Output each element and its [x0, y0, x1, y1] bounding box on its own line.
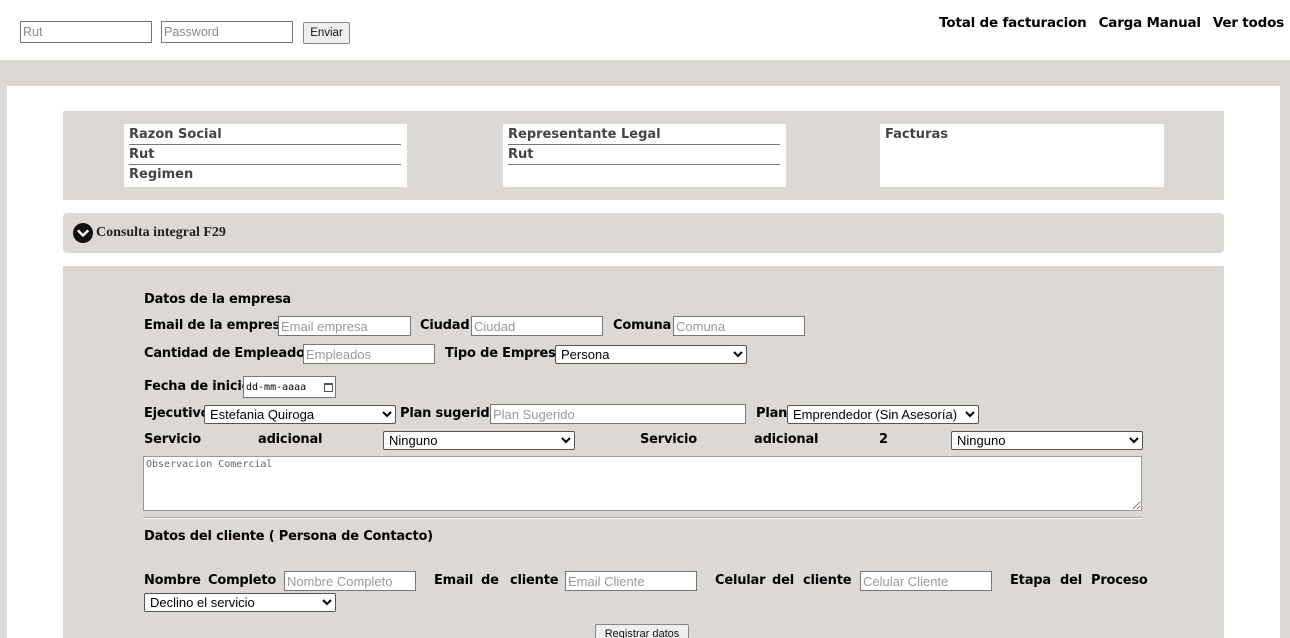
nombre-completo-word-1: Nombre	[144, 573, 201, 588]
email-cliente-input[interactable]	[565, 571, 697, 591]
email-cliente-word-2: de	[481, 573, 499, 588]
servicio-adicional-2-word-2: adicional	[754, 432, 819, 447]
comuna-label: Comuna	[613, 318, 672, 333]
nav-carga-manual[interactable]: Carga Manual	[1099, 15, 1201, 31]
email-empresa-input[interactable]	[278, 316, 411, 336]
fecha-inicio-input[interactable]: dd-mm-aaaa	[243, 376, 336, 398]
plan-select[interactable]: Emprendedor (Sin Asesoría)	[787, 405, 979, 424]
ciudad-label: Ciudad	[420, 318, 470, 333]
nav-ver-todos[interactable]: Ver todos	[1213, 15, 1284, 31]
ejecutivo-label: Ejecutivo	[144, 406, 210, 421]
empleados-label: Cantidad de Empleados	[144, 346, 313, 361]
send-button[interactable]: Enviar	[303, 22, 350, 44]
empleados-input[interactable]	[303, 344, 435, 364]
empresa-rut-label: Rut	[129, 145, 401, 165]
calendar-icon[interactable]	[324, 382, 333, 392]
plan-label: Plan	[756, 406, 788, 421]
etapa-proceso-word-2: del	[1060, 573, 1082, 588]
fecha-placeholder: dd-mm-aaaa	[246, 381, 307, 393]
etapa-proceso-select[interactable]: Declino el servicio	[144, 593, 336, 612]
password-input[interactable]	[161, 21, 293, 43]
tipo-empresa-select[interactable]: Persona	[555, 345, 747, 364]
servicio-adicional-2-word-1: Servicio	[640, 432, 698, 447]
empresa-card: Razon Social Rut Regimen	[124, 124, 407, 187]
celular-cliente-input[interactable]	[860, 571, 992, 591]
email-cliente-word-1: Email	[434, 573, 474, 588]
email-empresa-label: Email de la empresa	[144, 318, 289, 333]
regimen-label: Regimen	[129, 167, 194, 182]
representante-legal-label: Representante Legal	[508, 125, 780, 145]
ejecutivo-select[interactable]: Estefania Quiroga	[204, 405, 396, 424]
facturas-label: Facturas	[885, 127, 948, 142]
plan-sugerido-label: Plan sugerido	[400, 406, 499, 421]
registrar-datos-button[interactable]: Registrar datos	[595, 624, 689, 638]
nombre-completo-input[interactable]	[284, 571, 416, 591]
celular-cliente-word-1: Celular	[715, 573, 766, 588]
etapa-proceso-word-1: Etapa	[1010, 573, 1051, 588]
info-panel: Razon Social Rut Regimen Representante L…	[63, 111, 1224, 200]
representante-rut-label: Rut	[508, 145, 780, 165]
main-content: Razon Social Rut Regimen Representante L…	[7, 86, 1280, 638]
top-nav: Total de facturacion Carga Manual Ver to…	[939, 15, 1284, 31]
ciudad-input[interactable]	[471, 316, 603, 336]
section-empresa-title: Datos de la empresa	[144, 292, 291, 307]
facturas-card: Facturas	[880, 124, 1164, 187]
chevron-down-icon	[73, 223, 93, 243]
servicio-adicional-word-2: adicional	[258, 432, 323, 447]
servicio-adicional-2-word-3: 2	[879, 432, 888, 447]
etapa-proceso-word-3: Proceso	[1091, 573, 1148, 588]
servicio-adicional-select[interactable]: Ninguno	[383, 431, 575, 450]
servicio-adicional-2-select[interactable]: Ninguno	[951, 431, 1143, 450]
razon-social-label: Razon Social	[129, 125, 401, 145]
email-cliente-word-3: cliente	[510, 573, 559, 588]
celular-cliente-word-3: cliente	[803, 573, 852, 588]
accordion-title: Consulta integral F29	[96, 225, 226, 240]
rut-input[interactable]	[20, 21, 152, 43]
registration-form: Datos de la empresa Email de la empresa …	[63, 266, 1224, 638]
nav-total-facturacion[interactable]: Total de facturacion	[939, 15, 1087, 31]
fecha-inicio-label: Fecha de inicio	[144, 379, 251, 394]
top-bar: Enviar Total de facturacion Carga Manual…	[0, 0, 1290, 60]
nombre-completo-word-2: Completo	[208, 573, 277, 588]
plan-sugerido-input[interactable]	[490, 404, 746, 424]
section-divider	[143, 517, 1142, 519]
tipo-empresa-label: Tipo de Empresa	[445, 346, 565, 361]
representante-card: Representante Legal Rut	[503, 124, 786, 187]
servicio-adicional-word-1: Servicio	[144, 432, 202, 447]
observacion-comercial-textarea[interactable]	[143, 456, 1142, 511]
celular-cliente-word-2: del	[772, 573, 794, 588]
accordion-consulta-f29[interactable]: Consulta integral F29	[63, 213, 1224, 253]
comuna-input[interactable]	[673, 316, 805, 336]
section-cliente-title: Datos del cliente ( Persona de Contacto)	[144, 529, 433, 544]
